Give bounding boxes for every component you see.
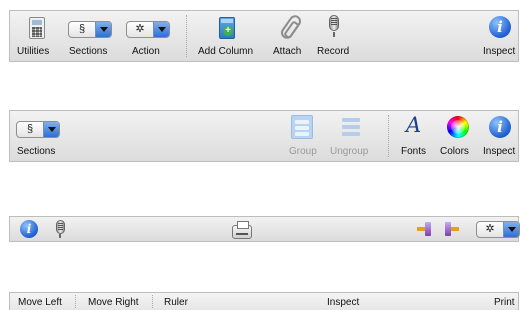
toolbar-separator [75,295,76,308]
add-column-icon: + [219,17,235,39]
paperclip-icon [278,12,304,42]
inspect-button[interactable]: i Inspect [480,111,520,161]
ungroup-icon [340,115,362,139]
action-popup[interactable]: ✲ Action [124,11,174,61]
microphone-icon [329,15,339,31]
fonts-icon: A [406,113,422,137]
group-icon [291,115,313,139]
chevron-down-icon [153,22,169,37]
microphone-stand [59,234,61,238]
attach-label: Attach [273,46,302,57]
chevron-down-icon [503,222,519,237]
ruler-button[interactable]: Ruler [164,297,188,308]
section-sign-icon: § [26,123,34,135]
inspect-label: Inspect [483,146,516,157]
toolbar-separator [152,295,153,308]
move-left-button[interactable]: Move Left [18,297,62,308]
attach-button[interactable]: Attach [270,11,310,61]
info-icon[interactable]: i [20,220,38,238]
printer-icon[interactable] [232,221,252,239]
ungroup-button[interactable]: Ungroup [326,111,376,161]
toolbar-main: Utilities § Sections ✲ Action + Add Colu… [9,10,519,62]
move-right-button[interactable]: Move Right [88,297,139,308]
fonts-button[interactable]: A Fonts [396,111,432,161]
print-button[interactable]: Print [494,297,515,308]
toolbar-separator [388,115,389,157]
utilities-icon [29,17,45,39]
sections-label: Sections [69,46,108,57]
color-wheel-icon [447,116,469,138]
colors-label: Colors [440,146,469,157]
toolbar-text-only: Move Left Move Right Ruler Inspect Print [9,292,519,310]
group-button[interactable]: Group [283,111,321,161]
sections-popup[interactable]: § Sections [66,11,116,61]
toolbar-icons-only: i ✲ [9,216,520,242]
utilities-button[interactable]: Utilities [14,11,60,61]
action-popup-button[interactable]: ✲ [126,21,170,38]
group-label: Group [289,146,317,157]
gear-icon: ✲ [485,223,495,235]
ungroup-label: Ungroup [330,146,369,157]
toolbar-separator [186,15,187,57]
inspect-button[interactable]: Inspect [327,297,359,308]
sections-label: Sections [17,146,56,157]
utilities-label: Utilities [17,46,50,57]
action-popup-button[interactable]: ✲ [476,221,520,238]
microphone-icon[interactable] [56,220,65,234]
sections-popup[interactable]: § Sections [14,111,64,161]
section-sign-icon: § [78,23,86,35]
chevron-down-icon [43,122,59,137]
gear-icon: ✲ [135,23,145,35]
chevron-down-icon [95,22,111,37]
add-column-label: Add Column [198,46,254,57]
action-label: Action [132,46,160,57]
microphone-stand [333,32,335,37]
move-right-icon[interactable] [415,220,433,238]
inspect-button[interactable]: i Inspect [480,11,520,61]
inspect-label: Inspect [483,46,516,57]
sections-popup-button[interactable]: § [16,121,60,138]
toolbar-format: § Sections Group Ungroup A Fonts Colors … [9,110,519,162]
record-label: Record [317,46,350,57]
move-left-icon[interactable] [443,220,461,238]
fonts-label: Fonts [401,146,427,157]
record-button[interactable]: Record [314,11,354,61]
colors-button[interactable]: Colors [436,111,478,161]
add-column-button[interactable]: + Add Column [196,11,260,61]
sections-popup-button[interactable]: § [68,21,112,38]
info-icon: i [489,116,511,138]
info-icon: i [489,16,511,38]
